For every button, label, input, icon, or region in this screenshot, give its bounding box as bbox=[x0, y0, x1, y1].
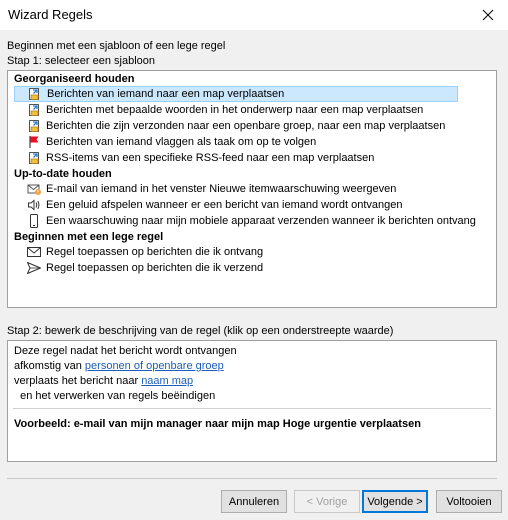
template-item-label: Regel toepassen op berichten die ik ontv… bbox=[46, 246, 264, 258]
step2-label: Stap 2: bewerk de beschrijving van de re… bbox=[7, 325, 394, 337]
template-item[interactable]: Berichten van iemand naar een map verpla… bbox=[14, 86, 458, 102]
template-item-label: Een geluid afspelen wanneer er een beric… bbox=[46, 199, 403, 211]
template-item[interactable]: Een waarschuwing naar mijn mobiele appar… bbox=[14, 213, 476, 229]
group-header: Georganiseerd houden bbox=[14, 73, 135, 85]
title-bar: Wizard Regels bbox=[0, 0, 508, 30]
template-item[interactable]: Een geluid afspelen wanneer er een beric… bbox=[14, 197, 458, 213]
template-item[interactable]: Regel toepassen op berichten die ik verz… bbox=[14, 260, 458, 276]
example-text: Voorbeeld: e-mail van mijn manager naar … bbox=[14, 418, 421, 430]
folder-move-icon bbox=[27, 151, 41, 165]
template-item[interactable]: Berichten met bepaalde woorden in het on… bbox=[14, 102, 458, 118]
group-header: Up-to-date houden bbox=[14, 168, 112, 180]
template-item-label: E-mail van iemand in het venster Nieuwe … bbox=[46, 183, 397, 195]
group-header: Beginnen met een lege regel bbox=[14, 231, 164, 243]
finish-button[interactable]: Voltooien bbox=[436, 490, 502, 513]
back-button[interactable]: < Vorige bbox=[294, 490, 360, 513]
template-item[interactable]: Berichten die zijn verzonden naar een op… bbox=[14, 118, 458, 134]
folder-move-icon bbox=[27, 103, 41, 117]
rule-description-box: Deze regel nadat het bericht wordt ontva… bbox=[7, 340, 497, 462]
template-item-label: RSS-items van een specifieke RSS-feed na… bbox=[46, 152, 375, 164]
dialog-body: Beginnen met een sjabloon of een lege re… bbox=[0, 30, 508, 520]
next-button[interactable]: Volgende > bbox=[362, 490, 428, 513]
folder-move-icon bbox=[27, 87, 41, 101]
flag-icon bbox=[27, 135, 41, 149]
mobile-phone-icon bbox=[27, 214, 41, 228]
speaker-icon bbox=[27, 198, 41, 212]
close-button[interactable] bbox=[468, 0, 508, 30]
step1-label: Stap 1: selecteer een sjabloon bbox=[7, 55, 155, 67]
send-icon bbox=[27, 261, 41, 275]
description-line: verplaats het bericht naar naam map bbox=[14, 375, 193, 387]
folder-move-icon bbox=[27, 119, 41, 133]
description-text: afkomstig van bbox=[14, 360, 85, 372]
template-item[interactable]: Regel toepassen op berichten die ik ontv… bbox=[14, 244, 458, 260]
close-icon bbox=[482, 9, 494, 21]
description-divider bbox=[13, 408, 491, 409]
template-item[interactable]: Berichten van iemand vlaggen als taak om… bbox=[14, 134, 458, 150]
template-item-label: Berichten die zijn verzonden naar een op… bbox=[46, 120, 446, 132]
people-or-group-link[interactable]: personen of openbare groep bbox=[85, 360, 224, 372]
window-title: Wizard Regels bbox=[8, 7, 93, 22]
template-item-label: Berichten met bepaalde woorden in het on… bbox=[46, 104, 424, 116]
template-list[interactable]: Georganiseerd houden Berichten van iemand… bbox=[7, 70, 497, 308]
description-line: afkomstig van personen of openbare groep bbox=[14, 360, 224, 372]
description-line: Deze regel nadat het bericht wordt ontva… bbox=[14, 345, 237, 357]
template-item-label: Een waarschuwing naar mijn mobiele appar… bbox=[46, 215, 476, 227]
folder-name-link[interactable]: naam map bbox=[141, 375, 193, 387]
template-item[interactable]: RSS-items van een specifieke RSS-feed na… bbox=[14, 150, 458, 166]
button-separator bbox=[7, 478, 497, 479]
template-item-label: Berichten van iemand vlaggen als taak om… bbox=[46, 136, 317, 148]
template-item-label: Regel toepassen op berichten die ik verz… bbox=[46, 262, 264, 274]
alert-mail-icon bbox=[27, 182, 41, 196]
description-text: verplaats het bericht naar bbox=[14, 375, 142, 387]
template-item[interactable]: E-mail van iemand in het venster Nieuwe … bbox=[14, 181, 458, 197]
envelope-icon bbox=[27, 245, 41, 259]
description-line: en het verwerken van regels beëindigen bbox=[14, 390, 216, 402]
intro-text: Beginnen met een sjabloon of een lege re… bbox=[7, 40, 226, 52]
template-item-label: Berichten van iemand naar een map verpla… bbox=[47, 88, 285, 100]
cancel-button[interactable]: Annuleren bbox=[221, 490, 287, 513]
